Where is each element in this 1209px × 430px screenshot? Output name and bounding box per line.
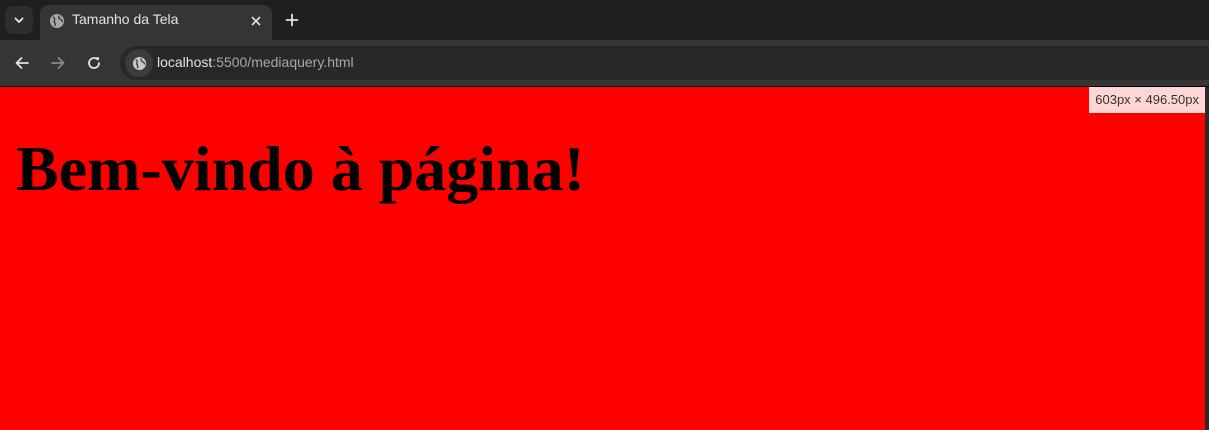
tab-title: Tamanho da Tela bbox=[72, 11, 179, 27]
chevron-down-icon bbox=[14, 17, 24, 23]
tab-close-button[interactable] bbox=[246, 11, 266, 31]
address-bar[interactable]: localhost:5500/mediaquery.html bbox=[120, 46, 1209, 80]
arrow-right-icon bbox=[51, 57, 65, 69]
reload-icon bbox=[88, 57, 100, 69]
url-path: :5500/mediaquery.html bbox=[212, 54, 354, 70]
viewport-size-indicator: 603px × 496.50px bbox=[1089, 87, 1205, 113]
new-tab-button[interactable] bbox=[280, 8, 304, 32]
globe-icon bbox=[132, 56, 146, 70]
tab-active[interactable]: Tamanho da Tela bbox=[40, 5, 272, 40]
window-edge bbox=[1205, 87, 1209, 430]
close-icon bbox=[251, 16, 261, 26]
page-viewport: Bem-vindo à página! 603px × 496.50px bbox=[0, 87, 1205, 430]
globe-icon bbox=[50, 14, 64, 28]
tab-list-button[interactable] bbox=[5, 6, 33, 34]
back-button[interactable] bbox=[8, 49, 36, 77]
tab-strip: Tamanho da Tela bbox=[0, 0, 1209, 40]
browser-toolbar: localhost:5500/mediaquery.html bbox=[0, 40, 1209, 86]
reload-button[interactable] bbox=[80, 49, 108, 77]
plus-icon bbox=[285, 13, 299, 27]
site-info-button[interactable] bbox=[125, 49, 153, 77]
page-heading: Bem-vindo à página! bbox=[16, 133, 585, 204]
url-host: localhost bbox=[157, 54, 213, 70]
url-text[interactable]: localhost:5500/mediaquery.html bbox=[157, 54, 354, 70]
forward-button[interactable] bbox=[44, 49, 72, 77]
arrow-left-icon bbox=[15, 57, 29, 69]
